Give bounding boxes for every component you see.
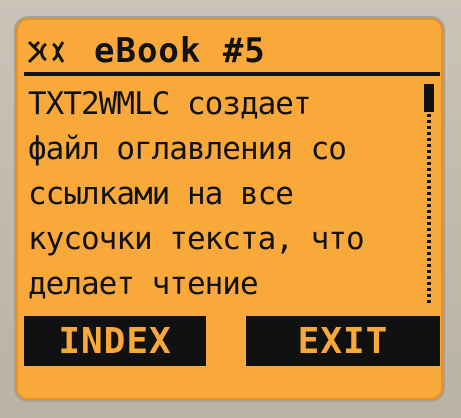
softkey-bar: INDEX EXIT xyxy=(24,316,440,366)
title-bar: eBook #5 xyxy=(26,30,426,72)
text-line: TXT2WMLC создает xyxy=(28,86,312,122)
exit-softkey-button[interactable]: EXIT xyxy=(246,316,440,366)
text-line: делает чтение xyxy=(28,266,259,302)
text-line: файл оглавления со xyxy=(28,131,347,167)
scrollbar-thumb[interactable] xyxy=(424,84,434,112)
text-line: ссылками на все xyxy=(28,176,294,212)
text-line: кусочки текста, что xyxy=(28,221,365,257)
text-content: TXT2WMLC создает файл оглавления со ссыл… xyxy=(28,82,400,308)
scrollbar[interactable] xyxy=(424,84,434,306)
device-bezel: eBook #5 TXT2WMLC создает файл оглавлени… xyxy=(0,0,461,418)
index-softkey-button[interactable]: INDEX xyxy=(24,316,206,366)
title-divider xyxy=(24,72,440,76)
page-title: eBook #5 xyxy=(94,31,266,71)
scrollbar-track xyxy=(427,84,431,306)
wml-logo-icon xyxy=(26,36,68,66)
